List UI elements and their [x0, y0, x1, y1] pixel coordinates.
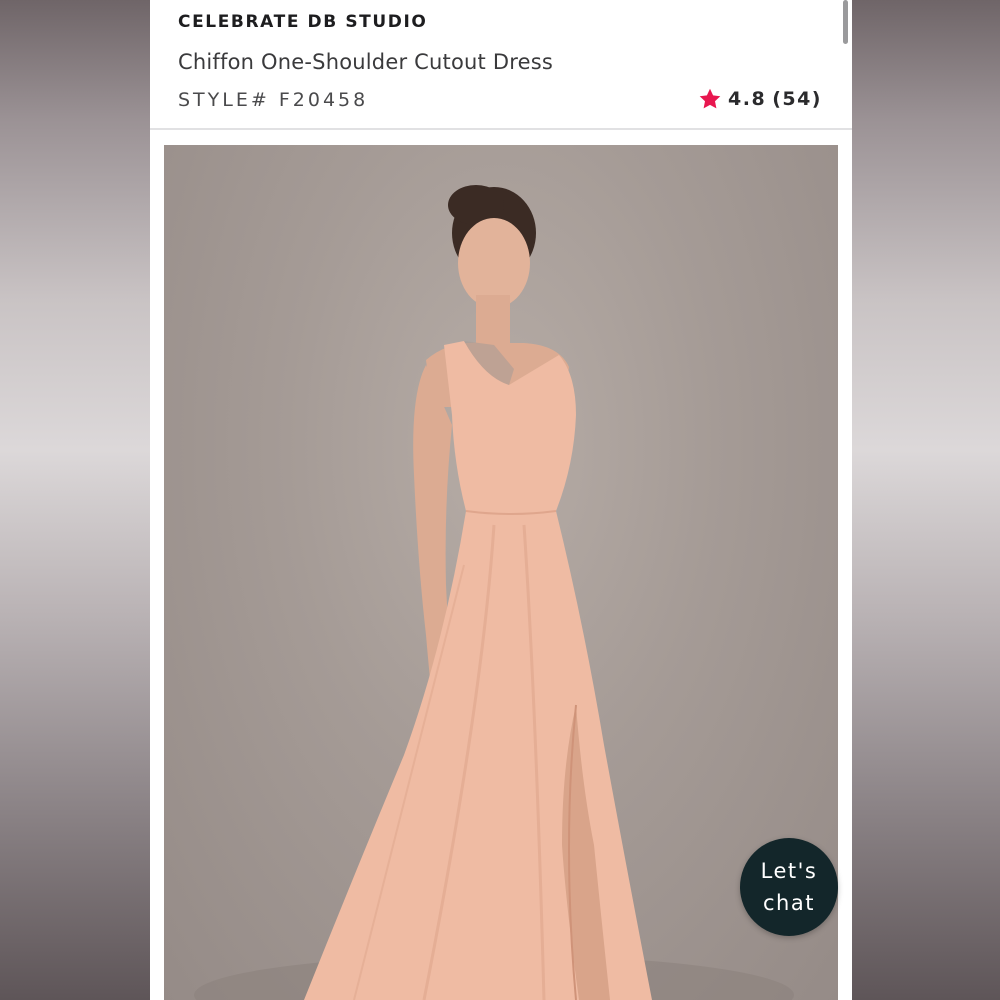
header-divider: [150, 128, 852, 130]
star-icon: [699, 88, 721, 109]
product-image[interactable]: [164, 145, 838, 1000]
brand-name[interactable]: CELEBRATE DB STUDIO: [178, 12, 427, 32]
left-background-blur: [0, 0, 150, 1000]
lets-chat-button[interactable]: Let's chat: [740, 838, 838, 936]
rating-summary[interactable]: 4.8 (54): [698, 87, 822, 111]
chat-label-line1: Let's: [760, 859, 818, 883]
scrollbar[interactable]: [843, 0, 848, 44]
style-label: STYLE#: [178, 89, 270, 111]
style-number: F20458: [278, 89, 369, 111]
chat-label-line2: chat: [763, 891, 815, 915]
model-illustration: [194, 185, 794, 1000]
product-page: CELEBRATE DB STUDIO Chiffon One-Shoulder…: [150, 0, 852, 1000]
product-title: Chiffon One-Shoulder Cutout Dress: [178, 50, 553, 74]
review-count: (54): [772, 88, 822, 110]
screen: CELEBRATE DB STUDIO Chiffon One-Shoulder…: [0, 0, 1000, 1000]
right-background-blur: [852, 0, 1000, 1000]
style-number-row: STYLE# F20458: [178, 89, 368, 111]
rating-value: 4.8: [728, 88, 767, 110]
